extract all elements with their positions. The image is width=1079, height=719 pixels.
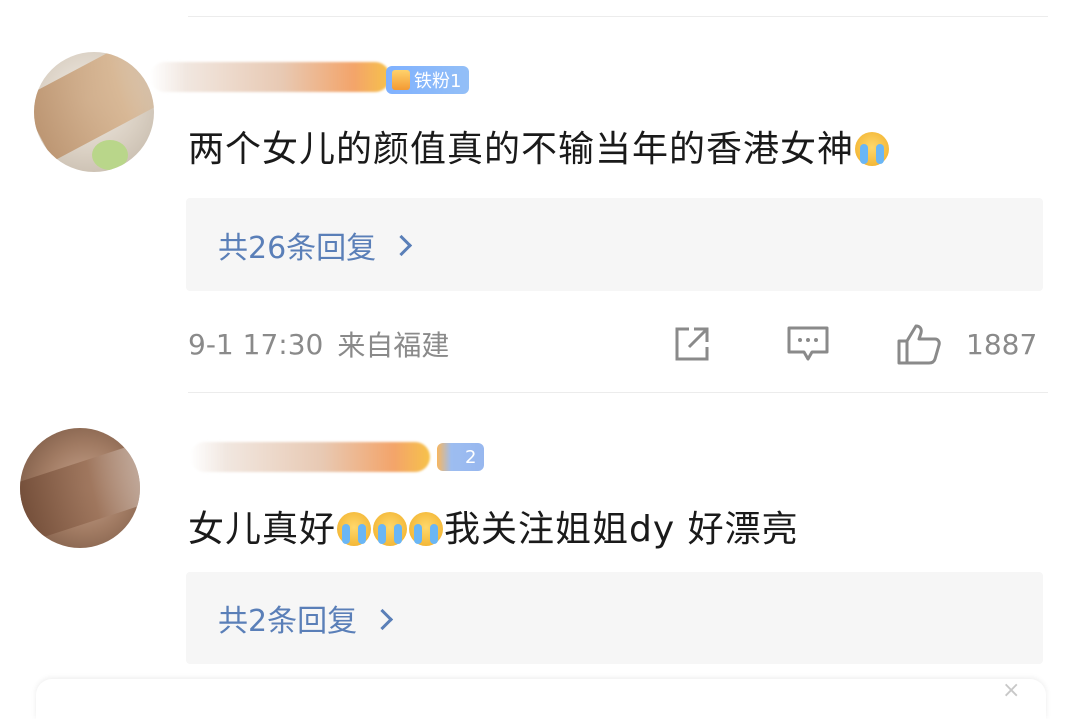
avatar-redaction [20, 440, 140, 544]
close-icon[interactable]: × [1002, 680, 1028, 702]
bottom-sheet: × [36, 679, 1046, 719]
share-icon [675, 327, 709, 361]
comment-location: 来自福建 [337, 329, 450, 362]
chevron-right-icon [371, 608, 394, 630]
like-count: 1887 [966, 327, 1038, 361]
top-divider [188, 16, 1048, 17]
comment-meta: 9-1 17:30 来自福建 1887 [188, 322, 1048, 366]
crying-emoji-icon [373, 512, 408, 546]
replies-label: 共26条回复 [218, 230, 377, 266]
avatar-redaction [34, 52, 154, 162]
like-button[interactable]: 1887 [896, 322, 1037, 366]
fan-badge[interactable]: 2 [437, 443, 485, 471]
share-button[interactable] [672, 324, 712, 364]
redacted-username[interactable] [190, 442, 430, 472]
avatar[interactable] [20, 428, 140, 548]
comment-icon [787, 326, 829, 361]
comment-divider [188, 392, 1048, 393]
crying-emoji-icon [337, 512, 372, 546]
crying-emoji-icon [409, 512, 444, 546]
fan-level-icon [392, 70, 410, 90]
replies-label: 共2条回复 [218, 604, 358, 639]
fan-badge-label: 铁粉1 [414, 71, 462, 92]
comment-button[interactable] [786, 324, 830, 364]
view-replies-button[interactable]: 共2条回复 [186, 572, 1043, 664]
fan-badge[interactable]: 铁粉1 [386, 66, 470, 94]
avatar-detail [92, 140, 128, 170]
comment-text-content: 两个女儿的颜值真的不输当年的香港女神 [188, 129, 855, 170]
view-replies-button[interactable]: 共26条回复 [186, 198, 1043, 291]
crying-emoji-icon [855, 132, 890, 166]
comment-text-before: 女儿真好 [188, 509, 337, 550]
comment-text: 两个女儿的颜值真的不输当年的香港女神 [188, 120, 890, 172]
comment-text: 女儿真好 我关注姐姐dy 好漂亮 [188, 500, 799, 552]
comment-time: 9-1 17:30 [188, 327, 324, 361]
avatar[interactable] [34, 52, 154, 172]
redacted-username[interactable] [150, 62, 390, 92]
comment-text-after: 我关注姐姐dy 好漂亮 [444, 509, 799, 550]
fan-badge-label: 2 [465, 446, 477, 468]
thumbs-up-icon [897, 324, 941, 365]
chevron-right-icon [391, 234, 413, 257]
